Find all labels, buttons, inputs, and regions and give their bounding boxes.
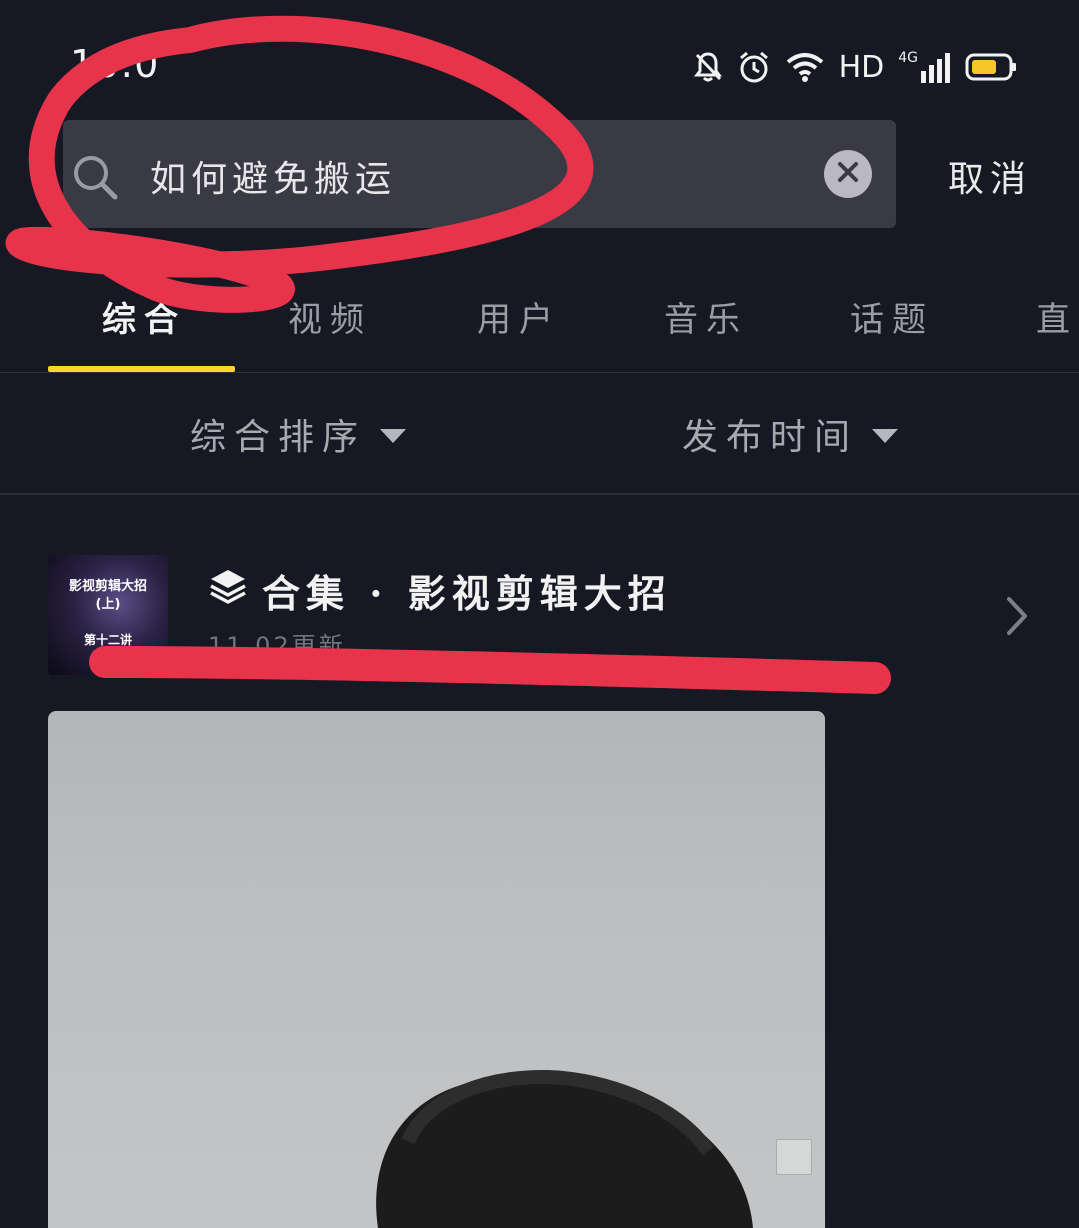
thumbnail-episode: 第十二讲 [83, 633, 132, 647]
search-icon [70, 152, 120, 206]
tab-users[interactable]: 用户 [477, 292, 561, 341]
cancel-button[interactable]: 取消 [948, 150, 1032, 202]
clear-search-button[interactable] [824, 150, 872, 198]
search-tabs: 综合 视频 用户 音乐 话题 直 [0, 280, 1079, 370]
signal-icon: 4G [898, 51, 951, 83]
thumbnail-subtitle: (上) [95, 597, 121, 612]
sort-filter[interactable]: 综合排序 [190, 408, 407, 460]
wall-switch [776, 1139, 812, 1175]
tab-live[interactable]: 直 [1036, 292, 1078, 341]
tab-comprehensive[interactable]: 综合 [102, 292, 186, 341]
collection-thumbnail[interactable]: 影视剪辑大招 (上) 第十二讲 [48, 555, 168, 675]
alarm-icon [737, 50, 771, 84]
search-input[interactable]: 如何避免搬运 [150, 150, 396, 202]
sort-filter-label: 综合排序 [190, 417, 367, 458]
status-time: 10:0 [70, 42, 160, 86]
layers-icon [208, 566, 248, 610]
caret-down-icon [380, 429, 407, 443]
divider [0, 493, 1079, 495]
collection-updated: 11.02更新 [208, 632, 346, 660]
bell-muted-icon [693, 51, 723, 83]
video-frame [376, 1069, 753, 1228]
caret-down-icon [872, 429, 899, 443]
battery-icon [965, 52, 1017, 82]
network-label: 4G [898, 50, 918, 66]
divider [0, 372, 1079, 373]
time-filter-label: 发布时间 [682, 417, 859, 458]
annotation-underline [89, 646, 891, 694]
tab-video[interactable]: 视频 [288, 292, 372, 341]
hd-label: HD [838, 49, 885, 85]
thumbnail-title: 影视剪辑大招 [68, 579, 147, 594]
tab-music[interactable]: 音乐 [664, 292, 748, 341]
status-icons: HD 4G [693, 44, 1017, 90]
tab-topics[interactable]: 话题 [850, 292, 934, 341]
time-filter[interactable]: 发布时间 [682, 408, 899, 460]
video-thumbnail[interactable] [48, 711, 825, 1228]
wifi-icon [785, 51, 825, 83]
close-icon [837, 161, 859, 187]
chevron-right-icon[interactable] [1004, 596, 1030, 640]
collection-title[interactable]: 合集 · 影视剪辑大招 [262, 563, 672, 618]
